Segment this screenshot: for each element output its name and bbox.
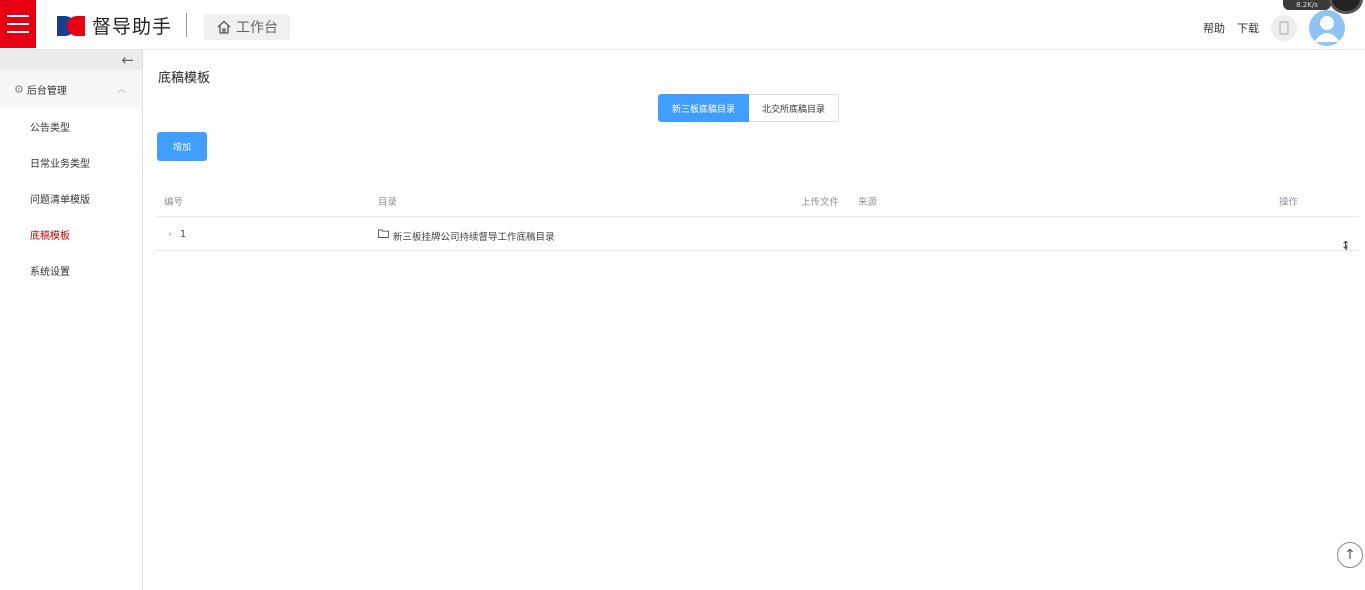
header-actions: 帮助 下载 bbox=[1203, 10, 1345, 46]
sidebar-collapse-bar[interactable]: ← bbox=[0, 50, 142, 70]
workbench-label: 工作台 bbox=[236, 20, 278, 36]
col-header-id: 编号 bbox=[164, 197, 184, 208]
directory-tabs: 新三板底稿目录 北交所底稿目录 bbox=[658, 94, 840, 122]
sidebar-item-label: 问题清单模版 bbox=[30, 194, 90, 206]
col-header-upload: 上传文件 bbox=[801, 197, 840, 208]
page-title: 底稿模板 bbox=[158, 71, 211, 86]
menu-bar bbox=[7, 31, 29, 33]
network-speed-widget: 8.2K/s bbox=[1283, 0, 1365, 14]
sidebar-item-label: 公告类型 bbox=[30, 122, 70, 134]
more-options-icon[interactable]: ⋮ bbox=[1341, 239, 1352, 252]
tab-neeq-directory[interactable]: 新三板底稿目录 bbox=[658, 94, 750, 122]
sidebar-group-label: 后台管理 bbox=[26, 85, 67, 97]
help-link[interactable]: 帮助 bbox=[1203, 20, 1225, 36]
row-directory[interactable]: 新三板挂牌公司持续督导工作底稿目录 bbox=[393, 229, 555, 243]
sidebar: ← ⚙ 后台管理 ︿ 公告类型 日常业务类型 问题清单模版 底稿模板 系统设置 bbox=[0, 50, 143, 590]
hamburger-menu-button[interactable] bbox=[0, 0, 36, 48]
chevron-up-icon: ︿ bbox=[116, 85, 126, 95]
col-header-actions: 操作 bbox=[1279, 197, 1299, 208]
sidebar-item-draft-template[interactable]: 底稿模板 bbox=[0, 216, 142, 252]
back-to-top-icon[interactable]: ↑ bbox=[1337, 542, 1363, 568]
sidebar-item-label: 系统设置 bbox=[30, 266, 70, 278]
tab-bse-directory[interactable]: 北交所底稿目录 bbox=[749, 94, 840, 122]
mobile-icon[interactable] bbox=[1271, 15, 1297, 41]
sidebar-item-daily-business-type[interactable]: 日常业务类型 bbox=[0, 144, 142, 180]
template-table: 编号 目录 上传文件 来源 操作 › 1 新三板挂牌公司持续督导工作底稿目录 ↑… bbox=[156, 183, 1359, 252]
user-avatar[interactable] bbox=[1309, 10, 1345, 46]
download-link[interactable]: 下载 bbox=[1237, 20, 1259, 36]
table-row[interactable]: › 1 新三板挂牌公司持续督导工作底稿目录 ↑ ↓ ⋮ bbox=[156, 217, 1359, 252]
header-divider bbox=[186, 13, 187, 37]
arrow-left-icon[interactable]: ← bbox=[121, 51, 134, 69]
row-id: 1 bbox=[180, 229, 187, 240]
app-logo[interactable]: 督导助手 bbox=[56, 12, 172, 39]
sidebar-item-announcement-type[interactable]: 公告类型 bbox=[0, 108, 142, 144]
expand-chevron-icon[interactable]: › bbox=[168, 229, 172, 240]
sidebar-item-label: 底稿模板 bbox=[30, 230, 70, 242]
menu-bar bbox=[7, 15, 29, 17]
logo-icon bbox=[57, 15, 85, 36]
sidebar-group-admin[interactable]: ⚙ 后台管理 ︿ bbox=[0, 70, 142, 108]
folder-icon bbox=[378, 229, 389, 241]
col-header-source: 来源 bbox=[858, 197, 878, 208]
sidebar-item-issue-list-template[interactable]: 问题清单模版 bbox=[0, 180, 142, 216]
table-header: 编号 目录 上传文件 来源 操作 bbox=[156, 183, 1359, 217]
add-button[interactable]: 增加 bbox=[157, 132, 207, 161]
net-speed-text: 8.2K/s bbox=[1283, 0, 1331, 10]
app-title: 督导助手 bbox=[92, 16, 173, 38]
workbench-tab[interactable]: 工作台 bbox=[204, 14, 290, 40]
sidebar-item-label: 日常业务类型 bbox=[30, 158, 90, 170]
sidebar-item-system-settings[interactable]: 系统设置 bbox=[0, 252, 142, 288]
top-header: 督导助手 工作台 帮助 下载 8.2K/s bbox=[0, 0, 1365, 50]
menu-bar bbox=[7, 23, 29, 25]
main-content: 底稿模板 新三板底稿目录 北交所底稿目录 增加 编号 目录 上传文件 来源 操作… bbox=[144, 50, 1365, 590]
col-header-directory: 目录 bbox=[378, 197, 398, 208]
gear-icon: ⚙ bbox=[14, 82, 24, 96]
home-icon bbox=[217, 20, 231, 34]
net-ring-icon bbox=[1329, 0, 1363, 14]
